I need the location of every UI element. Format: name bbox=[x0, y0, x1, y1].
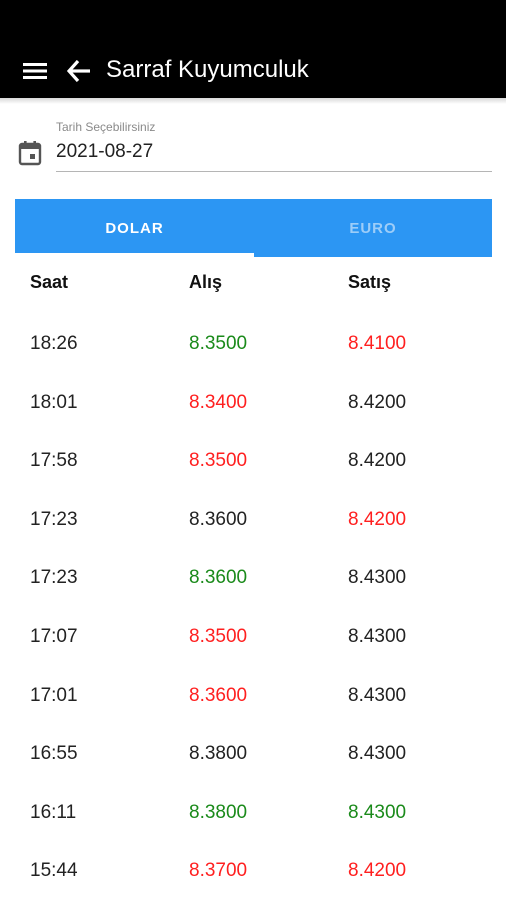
row-sell: 8.4300 bbox=[348, 801, 407, 823]
app-bar-shadow bbox=[0, 98, 506, 104]
row-time: 17:23 bbox=[30, 567, 78, 589]
row-time: 18:26 bbox=[30, 333, 78, 354]
header-saat: Saat bbox=[30, 272, 69, 292]
row-buy: 8.3600 bbox=[189, 508, 248, 530]
table-row: 15:44 8.3700 8.4200 bbox=[0, 843, 506, 902]
date-field-label: Tarih Seçebilirsiniz bbox=[56, 120, 156, 134]
table-row: 16:11 8.3800 8.4300 bbox=[0, 785, 506, 844]
row-buy: 8.3400 bbox=[189, 391, 248, 413]
tab-dolar[interactable]: DOLAR bbox=[15, 199, 254, 257]
table-row: 17:01 8.3600 8.4300 bbox=[0, 668, 506, 727]
table-row: 18:01 8.3400 8.4200 bbox=[0, 375, 506, 434]
row-time: 17:23 bbox=[30, 508, 78, 530]
row-time: 17:58 bbox=[30, 450, 78, 472]
row-sell: 8.4100 bbox=[348, 333, 407, 354]
row-time: 16:11 bbox=[30, 801, 77, 823]
app-title: Sarraf Kuyumculuk bbox=[106, 56, 309, 83]
row-sell: 8.4300 bbox=[348, 625, 407, 647]
table-row: 17:07 8.3500 8.4300 bbox=[0, 609, 506, 668]
table-row: 16:55 8.3800 8.4300 bbox=[0, 726, 506, 785]
row-time: 16:55 bbox=[30, 743, 78, 765]
app-bar: Sarraf Kuyumculuk bbox=[0, 0, 506, 98]
table-row: 17:58 8.3500 8.4200 bbox=[0, 433, 506, 492]
header-alis: Alış bbox=[189, 272, 223, 292]
rate-list[interactable]: 18:26 8.3500 8.4100 18:01 8.3400 8.4200 17:58 8… bbox=[0, 316, 506, 902]
row-buy: 8.3800 bbox=[189, 801, 248, 823]
row-sell: 8.4200 bbox=[348, 508, 407, 530]
table-header: Saat Alış Satış bbox=[0, 272, 506, 302]
date-field[interactable] bbox=[56, 141, 486, 163]
tab-indicator bbox=[15, 253, 254, 257]
row-buy: 8.3500 bbox=[189, 450, 248, 472]
row-sell: 8.4200 bbox=[348, 450, 407, 472]
row-sell: 8.4300 bbox=[348, 743, 407, 765]
row-buy: 8.3700 bbox=[189, 860, 248, 882]
table-row: 17:23 8.3600 8.4200 bbox=[0, 492, 506, 551]
row-time: 15:44 bbox=[30, 860, 78, 882]
row-sell: 8.4200 bbox=[348, 391, 407, 413]
currency-tabs: DOLAR EURO bbox=[15, 199, 492, 257]
row-buy: 8.3800 bbox=[189, 743, 248, 765]
table-row: 18:26 8.3500 8.4100 bbox=[0, 316, 506, 375]
row-time: 18:01 bbox=[30, 391, 78, 413]
row-sell: 8.4300 bbox=[348, 567, 407, 589]
row-buy: 8.3500 bbox=[189, 333, 248, 354]
row-buy: 8.3500 bbox=[189, 625, 248, 647]
row-time: 17:01 bbox=[30, 684, 78, 706]
date-field-underline bbox=[56, 171, 492, 172]
tab-euro[interactable]: EURO bbox=[254, 199, 492, 257]
header-satis: Satış bbox=[348, 272, 392, 292]
menu-icon[interactable] bbox=[20, 56, 50, 86]
row-sell: 8.4300 bbox=[348, 684, 407, 706]
calendar-icon[interactable] bbox=[18, 140, 42, 166]
arrow-back-icon[interactable] bbox=[64, 56, 94, 86]
row-sell: 8.4200 bbox=[348, 860, 407, 882]
row-time: 17:07 bbox=[30, 625, 78, 647]
table-row: 17:23 8.3600 8.4300 bbox=[0, 550, 506, 609]
row-buy: 8.3600 bbox=[189, 567, 248, 589]
row-buy: 8.3600 bbox=[189, 684, 248, 706]
